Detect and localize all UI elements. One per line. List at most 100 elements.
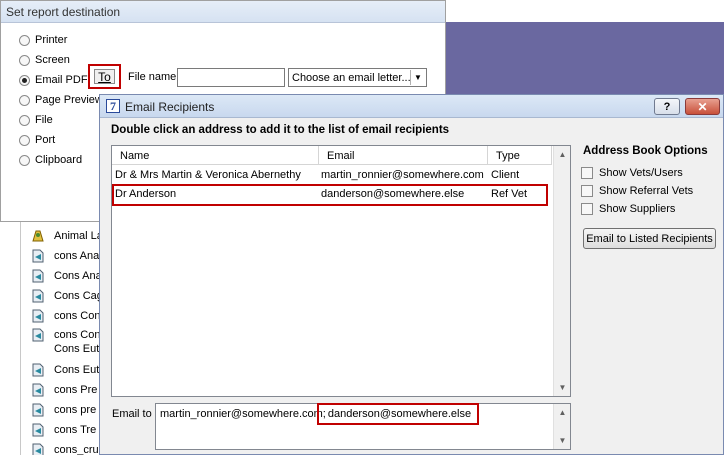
list-item-label: cons_cru	[54, 443, 99, 455]
checkbox-label: Show Vets/Users	[599, 167, 683, 179]
radio-label: Printer	[35, 34, 68, 46]
column-header-type[interactable]: Type	[488, 146, 552, 165]
email-recipients-dialog: 7 Email Recipients ? ✕ Double click an a…	[99, 94, 724, 455]
close-button[interactable]: ✕	[685, 98, 720, 115]
dialog-title-bar: 7 Email Recipients ? ✕	[100, 95, 723, 118]
radio-email-pdf[interactable]: Email PDF	[19, 72, 88, 88]
dialog-title: Email Recipients	[125, 100, 215, 114]
checkbox-show-referral-vets[interactable]: Show Referral Vets	[581, 184, 693, 198]
checkbox-label: Show Referral Vets	[599, 185, 694, 197]
app-icon: 7	[106, 99, 120, 113]
email-to-first-address: martin_ronnier@somewhere.com;	[160, 408, 326, 420]
window-title: Set report destination	[1, 1, 445, 23]
radio-label: Screen	[35, 54, 70, 66]
animal-icon	[30, 228, 46, 244]
radio-label: Clipboard	[35, 154, 83, 166]
scroll-up-icon[interactable]: ▲	[554, 146, 571, 163]
email-to-listed-recipients-button[interactable]: Email to Listed Recipients	[583, 228, 716, 249]
address-book-options-title: Address Book Options	[583, 145, 708, 157]
email-letter-dropdown[interactable]: Choose an email letter... ▼	[288, 68, 427, 87]
doc-icon	[30, 402, 46, 418]
doc-icon	[30, 268, 46, 284]
checkbox[interactable]	[581, 203, 593, 215]
instruction-text: Double click an address to add it to the…	[111, 124, 450, 136]
radio-clipboard[interactable]: Clipboard	[19, 152, 82, 168]
radio-screen[interactable]: Screen	[19, 52, 70, 68]
doc-icon	[30, 308, 46, 324]
radio-button[interactable]	[19, 34, 30, 46]
checkbox-label: Show Suppliers	[599, 203, 676, 215]
doc-icon	[30, 341, 46, 357]
email-to-highlight	[317, 403, 479, 425]
radio-button[interactable]	[19, 154, 30, 166]
checkbox-show-suppliers[interactable]: Show Suppliers	[581, 202, 675, 216]
file-name-label: File name	[128, 71, 177, 83]
list-item-label: Cons Eut	[54, 342, 100, 355]
list-item-label: Animal La	[54, 229, 103, 242]
dropdown-value: Choose an email letter...	[292, 71, 411, 84]
radio-page-preview[interactable]: Page Preview	[19, 92, 103, 108]
radio-button[interactable]	[19, 114, 30, 126]
scroll-down-icon[interactable]: ▼	[554, 379, 571, 396]
radio-file[interactable]: File	[19, 112, 53, 128]
radio-label: File	[35, 114, 53, 126]
list-item[interactable]: cons Ana	[30, 246, 110, 266]
address-list[interactable]: Name Email Type Dr & Mrs Martin & Veroni…	[111, 145, 571, 397]
doc-icon	[30, 248, 46, 264]
to-button-highlight: To	[88, 64, 121, 89]
column-header-email[interactable]: Email	[319, 146, 488, 165]
help-button[interactable]: ?	[654, 98, 680, 115]
radio-printer[interactable]: Printer	[19, 32, 67, 48]
list-item[interactable]: cons Pre	[30, 380, 110, 400]
chevron-down-icon[interactable]: ▼	[410, 70, 425, 85]
list-header: Name Email Type	[112, 146, 552, 165]
email-to-field[interactable]: martin_ronnier@somewhere.com; danderson@s…	[155, 403, 571, 450]
list-item[interactable]: Cons Eut	[30, 341, 110, 357]
radio-button[interactable]	[19, 94, 30, 106]
list-item-label: Cons Ana	[54, 269, 102, 282]
radio-button[interactable]	[19, 54, 30, 66]
desktop-background	[445, 22, 724, 95]
list-divider	[20, 221, 21, 455]
row-name: Dr & Mrs Martin & Veronica Abernethy	[115, 169, 301, 181]
file-name-input[interactable]	[177, 68, 285, 87]
list-item[interactable]: cons Con	[30, 306, 110, 326]
doc-icon	[30, 422, 46, 438]
table-row[interactable]: Dr & Mrs Martin & Veronica Abernethy mar…	[112, 167, 552, 185]
email-to-label: Email to	[112, 408, 152, 420]
list-item-label: cons Pre	[54, 383, 98, 396]
selected-row-highlight	[112, 184, 548, 206]
list-item[interactable]: Cons Eut	[30, 360, 110, 380]
doc-icon	[30, 442, 46, 455]
checkbox[interactable]	[581, 167, 593, 179]
scroll-up-icon[interactable]: ▲	[554, 404, 571, 421]
radio-label: Page Preview	[35, 94, 103, 106]
list-item-label: cons Con	[54, 309, 101, 322]
list-item[interactable]: cons pre	[30, 400, 110, 420]
radio-label: Email PDF	[35, 74, 88, 86]
radio-button[interactable]	[19, 74, 30, 86]
row-email: martin_ronnier@somewhere.com	[321, 169, 484, 181]
row-type: Client	[491, 169, 520, 181]
list-item[interactable]: cons_cru	[30, 440, 110, 455]
list-item-label: cons Tre	[54, 423, 97, 436]
column-header-name[interactable]: Name	[112, 146, 319, 165]
checkbox-show-vets-users[interactable]: Show Vets/Users	[581, 166, 683, 180]
list-item[interactable]: Animal La	[30, 226, 110, 246]
radio-button[interactable]	[19, 134, 30, 146]
list-item-label: Cons Eut	[54, 363, 100, 376]
background-report-list: Animal La cons Ana Cons Ana Cons Cag con…	[0, 220, 110, 455]
checkbox[interactable]	[581, 185, 593, 197]
list-item[interactable]: Cons Ana	[30, 266, 110, 286]
to-button[interactable]: To	[94, 69, 115, 84]
scroll-down-icon[interactable]: ▼	[554, 432, 571, 449]
radio-port[interactable]: Port	[19, 132, 55, 148]
list-item[interactable]: Cons Cag	[30, 286, 110, 306]
list-item-label: cons Con	[54, 328, 101, 341]
list-item[interactable]: cons Tre	[30, 420, 110, 440]
doc-icon	[30, 382, 46, 398]
list-item-label: cons Ana	[54, 249, 100, 262]
list-scrollbar[interactable]: ▲ ▼	[553, 146, 570, 396]
list-item-label: cons pre	[54, 403, 97, 416]
email-to-scrollbar[interactable]: ▲ ▼	[553, 404, 570, 449]
